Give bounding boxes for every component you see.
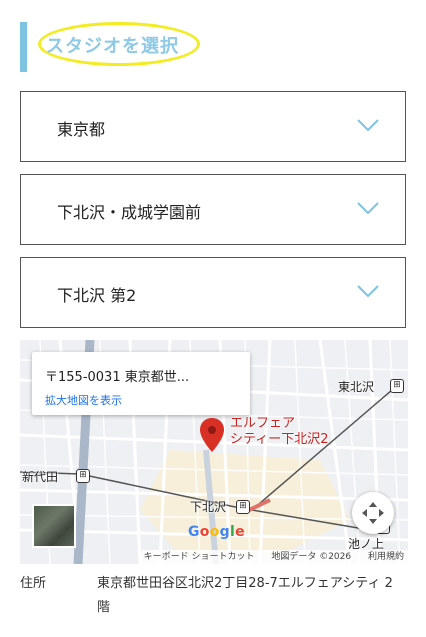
- terms-link[interactable]: 利用規約: [368, 552, 404, 562]
- prefecture-select-value: 東京都: [57, 120, 106, 139]
- keyboard-shortcuts-link[interactable]: キーボード ショートカット: [144, 552, 255, 562]
- map-pin-icon[interactable]: [200, 418, 224, 452]
- station-label-shin-daita: 新代田: [22, 470, 59, 484]
- map-info-card: 〒155-0031 東京都世... 拡大地図を表示: [32, 352, 250, 415]
- train-station-icon: ⊞: [236, 500, 250, 514]
- station-label-higashi-kitazawa: 東北沢: [338, 380, 375, 394]
- map-info-address: 〒155-0031 東京都世...: [45, 370, 190, 385]
- map-camera-control-button[interactable]: [352, 492, 394, 534]
- chevron-down-icon: [357, 202, 379, 215]
- satellite-view-toggle[interactable]: [32, 504, 76, 548]
- address-value: 東京都世田谷区北沢2丁目28-7エルフェアシティ 2階: [97, 576, 393, 615]
- chevron-down-icon: [357, 119, 379, 132]
- google-logo: Google: [188, 524, 245, 540]
- accent-bar: [20, 22, 27, 72]
- studio-select[interactable]: 下北沢 第2: [20, 257, 406, 328]
- prefecture-select[interactable]: 東京都: [20, 91, 406, 162]
- studio-select-value: 下北沢 第2: [57, 286, 137, 305]
- enlarge-map-link[interactable]: 拡大地図を表示: [45, 392, 122, 408]
- area-select-value: 下北沢・成城学園前: [57, 203, 202, 222]
- move-arrows-icon: [362, 502, 384, 524]
- section-header: スタジオを選択: [20, 18, 410, 74]
- page-title: スタジオを選択: [46, 36, 179, 57]
- map-data-credit: 地図データ ©2026: [271, 552, 352, 562]
- map-embed[interactable]: 〒155-0031 東京都世... 拡大地図を表示 エルフェア シティー下北沢2…: [20, 340, 408, 564]
- address-label: 住所: [20, 576, 47, 591]
- place-label: エルフェア シティー下北沢2: [230, 416, 329, 447]
- chevron-down-icon: [357, 285, 379, 298]
- train-station-icon: ⊞: [76, 469, 90, 483]
- train-station-icon: ⊞: [390, 379, 404, 393]
- map-attribution: キーボード ショートカット 地図データ ©2026 利用規約: [139, 550, 408, 564]
- station-label-shimokitazawa: 下北沢: [190, 500, 227, 514]
- area-select[interactable]: 下北沢・成城学園前: [20, 174, 406, 245]
